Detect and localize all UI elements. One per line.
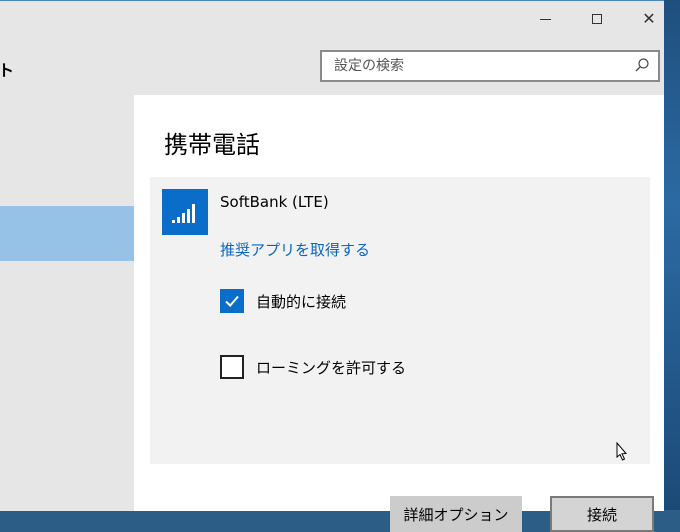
minimize-button[interactable]	[522, 1, 568, 37]
search-box[interactable]	[320, 50, 660, 82]
network-card[interactable]: SoftBank (LTE) 推奨アプリを取得する 自動的に接続 ローミングを許…	[150, 177, 654, 532]
settings-window: ✕ ト 携帯電話 Soft	[0, 0, 664, 532]
desktop-background	[664, 0, 680, 510]
close-icon: ✕	[642, 9, 656, 28]
header-title: ト	[0, 61, 15, 80]
maximize-button[interactable]	[574, 1, 620, 37]
auto-connect-label: 自動的に接続	[256, 292, 347, 311]
search-input[interactable]	[322, 52, 634, 80]
advanced-options-button[interactable]: 詳細オプション	[390, 496, 522, 532]
allow-roaming-checkbox[interactable]: ローミングを許可する	[220, 355, 406, 379]
checkbox-unchecked[interactable]	[220, 355, 244, 379]
title-bar: ✕	[0, 1, 664, 37]
auto-connect-checkbox[interactable]: 自動的に接続	[220, 289, 346, 313]
minimize-icon	[539, 18, 551, 20]
maximize-icon	[592, 14, 602, 24]
allow-roaming-label: ローミングを許可する	[256, 358, 407, 377]
signal-tile	[162, 189, 208, 235]
header-bar: ト	[0, 37, 664, 95]
sidebar	[0, 95, 134, 511]
search-icon[interactable]	[634, 57, 650, 73]
mouse-cursor-icon	[616, 442, 628, 461]
network-name: SoftBank (LTE)	[220, 193, 329, 211]
page-title: 携帯電話	[164, 131, 260, 159]
connect-button[interactable]: 接続	[550, 496, 654, 532]
sidebar-item-selected[interactable]	[0, 206, 134, 261]
checkbox-checked[interactable]	[220, 289, 244, 313]
signal-bars-icon	[172, 204, 195, 223]
get-app-link[interactable]: 推奨アプリを取得する	[220, 239, 370, 260]
content-pane: 携帯電話 SoftBank (LTE) 推奨アプリを取得する 自動的に接続 ロー…	[134, 95, 664, 532]
checkmark-icon	[225, 295, 239, 307]
